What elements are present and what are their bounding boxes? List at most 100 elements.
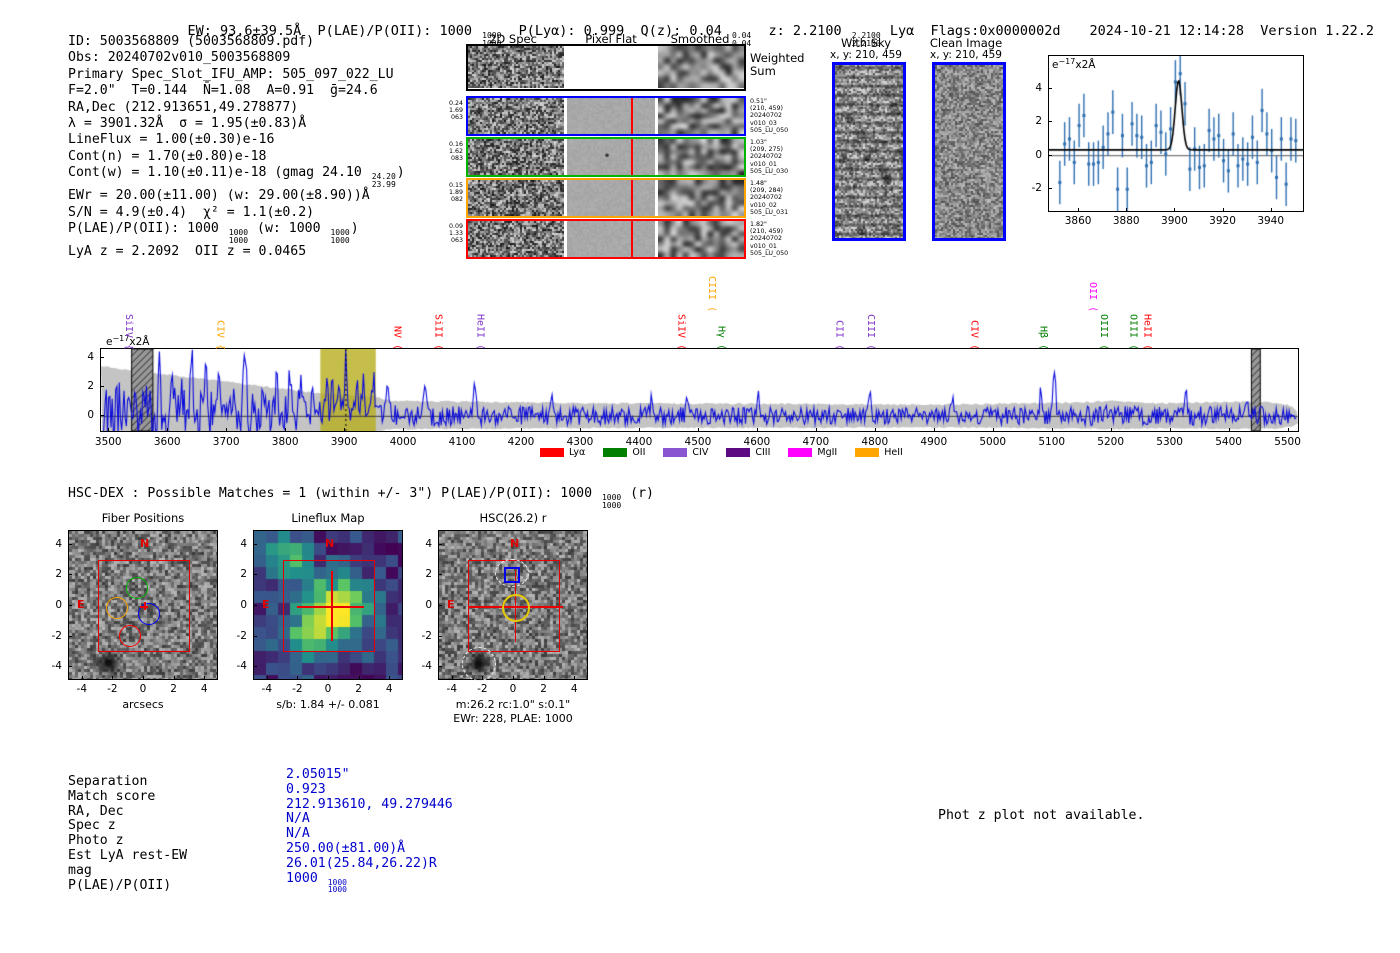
info-line: LyA z = 2.2092 OII z = 0.0465 <box>68 244 307 260</box>
fit-plot-canvas <box>1049 56 1303 211</box>
legend-swatch <box>726 448 751 457</box>
cutout-ytick: -4 <box>421 660 432 673</box>
spec2d-row-left-label: 0.16 1.62 083 <box>448 141 463 163</box>
spectrum-xtick: 3500 <box>94 436 122 448</box>
legend-swatch <box>603 448 628 457</box>
spec2d-smoothed-image <box>658 221 744 257</box>
info-line: Cont(n) = 1.70(±0.80)e-18 <box>68 148 267 164</box>
match-row-value: N/A <box>286 811 310 827</box>
emission-line-label: Hβ ( <box>1037 325 1049 350</box>
spectrum-xtick: 5400 <box>1215 436 1242 448</box>
elixer-report-page: EW: 93.6±39.5Å P(LAE)/P(OII): 1000 1000 1… <box>0 0 1400 953</box>
header-datetime: 2024-10-21 12:14:28 <box>1089 23 1244 39</box>
spec2d-2d-image <box>468 46 564 88</box>
info-line: EWr = 20.00(±11.00) (w: 29.00(±8.90))Å <box>68 188 370 204</box>
spec2d-row-right-label: 1.03" (209, 275) 20240702 v010_01 505_LU_030 <box>750 139 789 175</box>
match-row-value: N/A <box>286 826 310 842</box>
fit-plot-xtick: 3900 <box>1161 215 1188 227</box>
info-line: RA,Dec (212.913651,49.278877) <box>68 99 299 115</box>
hsc-dex-header: HSC-DEX : Possible Matches = 1 (within +… <box>68 486 654 510</box>
info-line: F=2.0" T=0.144 N̄=1.08 A=0.91 ḡ=24.6 <box>68 83 378 99</box>
emission-line-label: OIII ( <box>1097 313 1109 350</box>
emission-line-label: CIV { <box>214 319 226 350</box>
cutout-axes: NE <box>253 530 403 680</box>
spec2d-smoothed-image <box>658 46 744 88</box>
cutout-ytick: 0 <box>55 599 62 611</box>
cutout-ytick: 2 <box>425 568 432 581</box>
cutout-ytick: 2 <box>55 568 62 581</box>
cutout-axes: NE <box>68 530 218 680</box>
match-row-value: 212.913610, 49.279446 <box>286 796 453 812</box>
fit-plot-xtick: 3940 <box>1257 215 1285 227</box>
spec2d-row <box>466 96 746 136</box>
spectrum-xtick: 5500 <box>1274 436 1301 448</box>
emission-line-label: HeII ( <box>1141 313 1153 350</box>
cutout-ytick: 0 <box>425 599 432 611</box>
cutout-xtick: -2 <box>292 683 303 695</box>
cutout-xtick: -2 <box>477 683 488 695</box>
emission-line-label: CIV ( <box>968 319 980 350</box>
spectrum-xtick: 3800 <box>271 436 299 448</box>
info-line: LineFlux = 1.00(±0.30)e-16 <box>68 132 275 148</box>
cutout-ytick: -4 <box>236 660 247 673</box>
spectrum-xtick: 3700 <box>212 436 240 448</box>
cutout-title: With Sky <box>840 36 892 50</box>
cutout-xlabel: m:26.2 rc:1.0" s:0.1" <box>455 698 571 711</box>
cutout-title: Lineflux Map <box>291 511 365 525</box>
spec2d-2d-image <box>468 139 564 175</box>
cutout-ytick: -4 <box>51 660 62 673</box>
match-row-value: 0.923 <box>286 781 326 797</box>
spec2d-redline <box>631 139 633 175</box>
info-line: Primary Spec_Slot_IFU_AMP: 505_097_022_L… <box>68 66 394 82</box>
cutout-ytick: 0 <box>240 599 247 611</box>
legend-label: OII <box>632 447 646 458</box>
spectrum-xtick: 4000 <box>389 436 417 448</box>
stacked-fraction: 1000 1000 <box>327 877 347 895</box>
info-line: Cont(w) = 1.10(±0.11)e-18 (gmag 24.10 24… <box>68 165 405 189</box>
spec2d-row-right-label: 1.82" (210, 459) 20240702 v010_01 505_LU_050 <box>750 221 789 257</box>
spectrum-xtick: 5000 <box>979 436 1007 448</box>
match-row-label: P(LAE)/P(OII) <box>68 877 172 893</box>
compass-e: E <box>77 598 85 611</box>
clean-image <box>935 65 1003 238</box>
sky-image <box>835 65 903 238</box>
spectrum-legend: Lyα OII CIV CIII MgII HeII <box>540 447 903 458</box>
spec2d-smoothed-image <box>658 98 744 134</box>
legend-item: OII <box>603 447 645 458</box>
spec2d-pixelflat-image <box>567 180 655 216</box>
match-row-label: Est LyA rest-EW <box>68 848 188 863</box>
match-row-value: 1000 1000 1000 <box>286 870 347 895</box>
spectrum-ytick: 2 <box>87 380 94 393</box>
spec2d-row-left-label: 0.15 1.89 082 <box>448 182 463 204</box>
cutout-title: Clean Image <box>929 36 1003 50</box>
match-row-label: RA, Dec <box>68 803 124 819</box>
match-row-label: mag <box>68 862 92 878</box>
spec2d-redline <box>631 180 633 216</box>
spec2d-2d-image <box>468 98 564 134</box>
emission-line-label: SiII ( <box>432 313 444 350</box>
legend-item: MgII <box>788 447 837 458</box>
emission-line-label: OIII ( <box>1127 313 1139 350</box>
cutout-ytick: -2 <box>51 629 62 642</box>
detection-circle <box>501 593 530 622</box>
legend-swatch <box>788 448 813 457</box>
spec2d-2d-image <box>468 180 564 216</box>
spectrum-ytick: 4 <box>87 350 94 363</box>
spectrum-ytick: 0 <box>87 409 94 422</box>
cutout-xtick: 0 <box>139 683 147 695</box>
fit-plot-xtick: 3920 <box>1209 215 1236 227</box>
match-row-value: 26.01(25.84,26.22)R <box>286 855 437 871</box>
legend-item: CIII <box>726 447 770 458</box>
match-row-value: 250.00(±81.00)Å <box>286 841 406 856</box>
compass-n: N <box>140 537 150 550</box>
legend-label: CIV <box>692 447 709 458</box>
spec2d-row-right-label: 0.51" (210, 459) 20240702 v010_03 505_LU_050 <box>750 98 789 134</box>
spec2d-row <box>466 178 746 218</box>
fit-plot-axes: e−17x2Å <box>1048 55 1304 212</box>
cutout-xtick: 4 <box>385 683 393 695</box>
fiber-circle <box>106 596 129 619</box>
cutout-title: HSC(26.2) r <box>479 511 547 525</box>
spec2d-2d-image <box>468 221 564 257</box>
spec2d-redline <box>631 221 633 257</box>
cutout-xlabel: arcsecs <box>122 698 164 711</box>
